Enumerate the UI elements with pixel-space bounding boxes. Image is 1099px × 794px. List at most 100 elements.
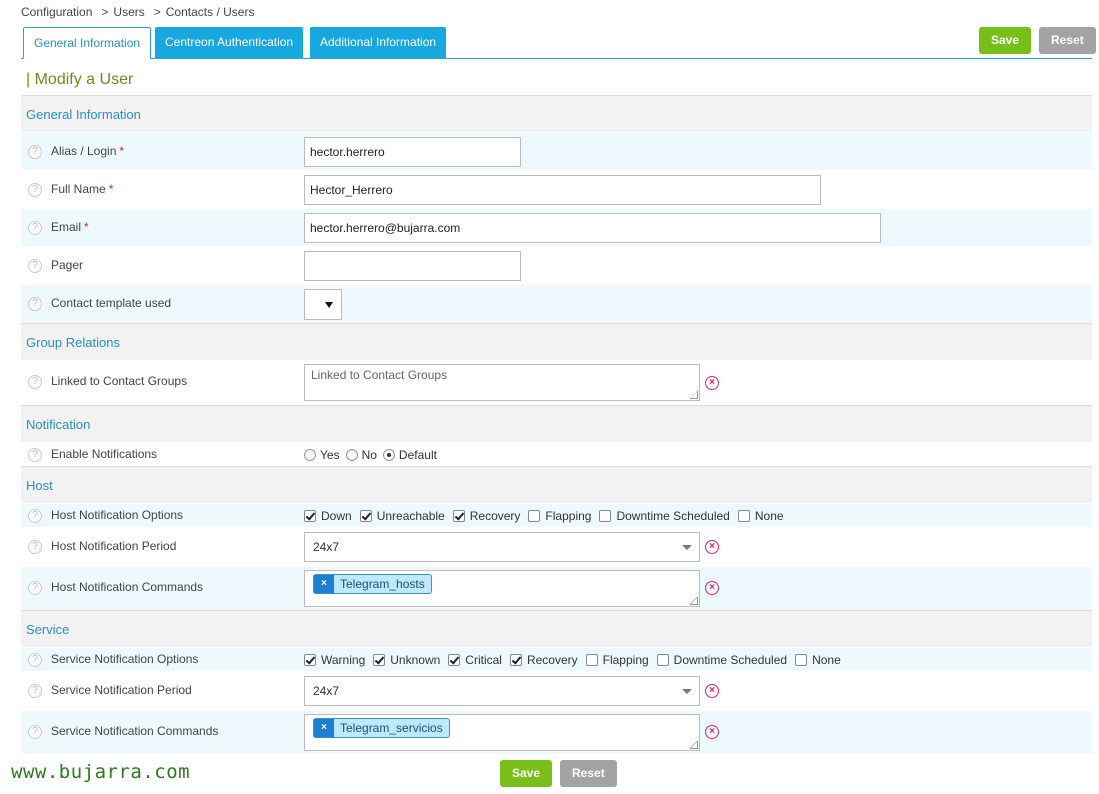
service-option-recovery[interactable]: Recovery [509, 653, 578, 667]
help-icon[interactable]: ? [28, 653, 42, 667]
contact-template-select[interactable] [304, 289, 342, 320]
user-form: General Information ? Alias / Login * hec… [21, 95, 1092, 754]
chip-remove-icon[interactable]: × [314, 575, 334, 593]
service-command-chip: × Telegram_servicios [313, 718, 450, 738]
help-icon[interactable]: ? [28, 509, 42, 523]
contact-groups-placeholder: Linked to Contact Groups [311, 368, 448, 382]
clear-icon[interactable]: × [705, 581, 719, 595]
help-icon[interactable]: ? [28, 540, 42, 554]
help-icon[interactable]: ? [28, 581, 42, 595]
service-commands-input[interactable]: × Telegram_servicios [304, 714, 700, 751]
radio-no[interactable]: No [345, 448, 377, 462]
page-title: | Modify a User [26, 71, 134, 88]
host-option-downtime[interactable]: Downtime Scheduled [599, 509, 730, 523]
help-icon[interactable]: ? [28, 145, 42, 159]
section-general-information: General Information [21, 95, 1092, 132]
radio-default[interactable]: Default [382, 448, 437, 462]
pager-label: Pager [51, 258, 84, 272]
row-contact-template: ? Contact template used [21, 284, 1092, 323]
section-notification: Notification [21, 405, 1092, 442]
row-host-options: ? Host Notification Options Down Unreach… [21, 503, 1092, 527]
checkbox-unchecked-icon [656, 654, 669, 666]
host-commands-input[interactable]: × Telegram_hosts [304, 570, 700, 607]
host-options-label: Host Notification Options [51, 508, 184, 522]
checkbox-checked-icon [304, 654, 316, 666]
breadcrumb-users[interactable]: Users [113, 5, 144, 19]
dropdown-arrow-icon [325, 302, 333, 308]
row-service-period: ? Service Notification Period 24x7 × [21, 671, 1092, 710]
fullname-label: Full Name [51, 182, 106, 196]
clear-icon[interactable]: × [705, 376, 719, 390]
host-option-none[interactable]: None [737, 509, 784, 523]
checkbox-checked-icon [509, 654, 522, 666]
host-period-select[interactable]: 24x7 [304, 532, 700, 562]
option-label: Flapping [545, 509, 592, 523]
tab-general-information[interactable]: General Information [23, 27, 152, 59]
clear-icon[interactable]: × [705, 725, 719, 739]
help-icon[interactable]: ? [28, 725, 42, 739]
clear-icon[interactable]: × [705, 684, 719, 698]
service-option-flapping[interactable]: Flapping [585, 653, 649, 667]
checkbox-unchecked-icon [795, 654, 808, 666]
help-icon[interactable]: ? [28, 448, 42, 462]
option-label: Downtime Scheduled [616, 509, 730, 523]
tab-additional-information[interactable]: Additional Information [310, 27, 447, 58]
required-mark: * [84, 220, 89, 234]
help-icon[interactable]: ? [28, 684, 42, 698]
help-icon[interactable]: ? [28, 221, 42, 235]
reset-button-top[interactable]: Reset [1039, 27, 1096, 54]
contact-groups-input[interactable]: Linked to Contact Groups [304, 364, 700, 401]
pager-input[interactable] [304, 251, 521, 281]
row-host-commands: ? Host Notification Commands × Telegram_… [21, 566, 1092, 610]
service-option-downtime[interactable]: Downtime Scheduled [656, 653, 788, 667]
help-icon[interactable]: ? [28, 297, 42, 311]
row-enable-notifications: ? Enable Notifications Yes No Default [21, 442, 1092, 466]
host-option-unreachable[interactable]: Unreachable [359, 509, 445, 523]
checkbox-checked-icon [448, 654, 461, 666]
service-period-select[interactable]: 24x7 [304, 676, 700, 706]
reset-button-bottom[interactable]: Reset [560, 760, 617, 787]
service-option-critical[interactable]: Critical [448, 653, 502, 667]
option-label: Downtime Scheduled [673, 653, 788, 667]
host-option-flapping[interactable]: Flapping [528, 509, 591, 523]
enable-notifications-label: Enable Notifications [51, 447, 158, 461]
checkbox-unchecked-icon [737, 510, 750, 522]
contact-template-label: Contact template used [51, 296, 172, 310]
chip-remove-icon[interactable]: × [314, 719, 334, 737]
service-option-unknown[interactable]: Unknown [373, 653, 440, 667]
breadcrumb-configuration[interactable]: Configuration [21, 5, 92, 19]
resize-grip-icon[interactable] [690, 597, 698, 605]
host-option-down[interactable]: Down [304, 509, 352, 523]
breadcrumb-contacts-users[interactable]: Contacts / Users [166, 5, 255, 19]
radio-default-label: Default [398, 448, 437, 462]
service-command-chip-label: Telegram_servicios [340, 721, 443, 735]
host-options-group: Down Unreachable Recovery Flapping Downt… [304, 509, 792, 523]
fullname-input[interactable]: Hector_Herrero [304, 175, 821, 205]
host-option-recovery[interactable]: Recovery [452, 509, 520, 523]
help-icon[interactable]: ? [28, 259, 42, 273]
option-label: Critical [465, 653, 502, 667]
radio-yes[interactable]: Yes [304, 448, 340, 462]
service-option-warning[interactable]: Warning [304, 653, 365, 667]
row-host-period: ? Host Notification Period 24x7 × [21, 527, 1092, 566]
save-button-top[interactable]: Save [979, 27, 1032, 54]
resize-grip-icon[interactable] [690, 741, 698, 749]
section-service: Service [21, 610, 1092, 647]
watermark: www.bujarra.com [11, 761, 191, 783]
host-command-chip-label: Telegram_hosts [340, 577, 425, 591]
tab-centreon-authentication[interactable]: Centreon Authentication [155, 27, 304, 58]
email-input[interactable]: hector.herrero@bujarra.com [304, 213, 881, 243]
host-period-label: Host Notification Period [51, 539, 177, 553]
help-icon[interactable]: ? [28, 183, 42, 197]
resize-grip-icon[interactable] [690, 391, 698, 399]
help-icon[interactable]: ? [28, 375, 42, 389]
service-option-none[interactable]: None [795, 653, 841, 667]
service-commands-label: Service Notification Commands [51, 724, 219, 738]
save-button-bottom[interactable]: Save [500, 760, 553, 787]
tab-bar: General Information Centreon Authenticat… [21, 27, 1092, 59]
clear-icon[interactable]: × [705, 540, 719, 554]
option-label: Warning [321, 653, 366, 667]
row-contact-groups: ? Linked to Contact Groups Linked to Con… [21, 360, 1092, 405]
alias-input[interactable]: hector.herrero [304, 137, 521, 167]
option-label: Unreachable [376, 509, 445, 523]
